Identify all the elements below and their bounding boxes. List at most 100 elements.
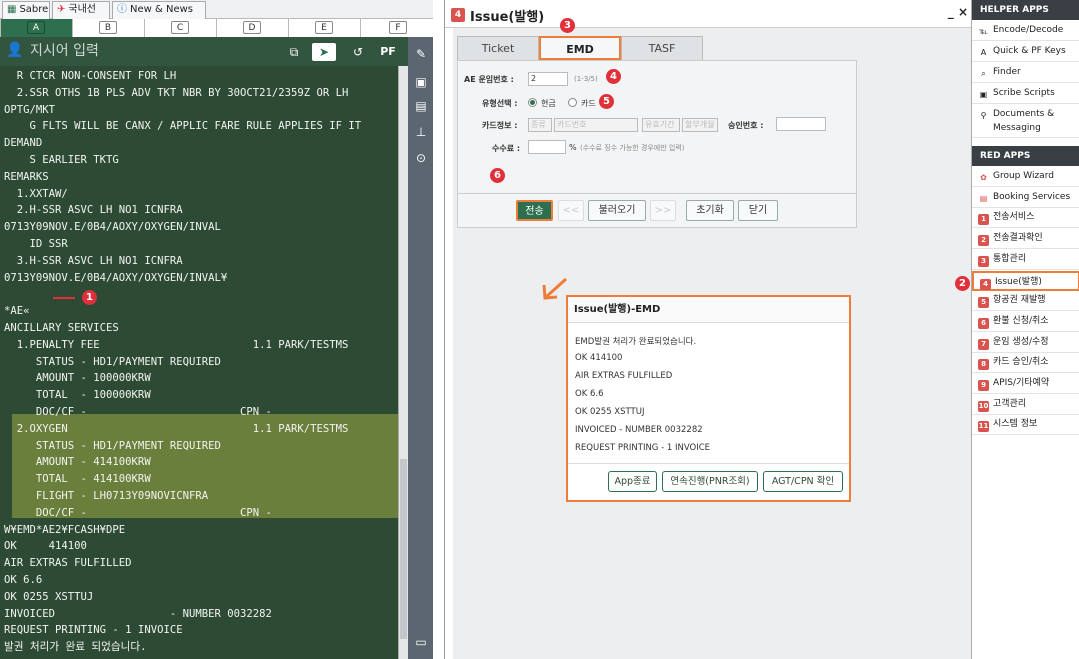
send-arrow-icon[interactable]: ➤ <box>312 43 336 61</box>
helper-app-item[interactable]: ▣ Scribe Scripts <box>972 83 1079 104</box>
wand-icon[interactable]: ✎ <box>412 45 430 63</box>
command-bar: 👤 지시어 입력 ⧉ ➤ ↺ PF <box>0 37 408 66</box>
play-icon[interactable]: ⊙ <box>412 149 430 167</box>
issue-tabs: Ticket EMD TASF <box>453 36 972 60</box>
radio-card[interactable] <box>568 98 577 107</box>
card-number-input[interactable]: 카드번호 <box>554 118 638 132</box>
terminal-line: TOTAL - 100000KRW <box>4 389 151 402</box>
red-app-item[interactable]: 6 환불 신청/취소 <box>972 312 1079 332</box>
history-icon[interactable]: ↺ <box>346 43 370 61</box>
terminal-line: 2.SSR OTHS 1B PLS ADV TKT NBR BY 30OCT21… <box>4 86 349 99</box>
pin-icon[interactable]: ⊥ <box>412 123 430 141</box>
card-expiry-input[interactable]: 유효기간 <box>642 118 680 132</box>
continue-button[interactable]: 연속진행(PNR조회) <box>662 471 758 492</box>
helper-app-item[interactable]: ⌕ Finder <box>972 62 1079 83</box>
radio-cash[interactable] <box>528 98 537 107</box>
app-exit-button[interactable]: App종료 <box>608 471 657 492</box>
issue-button-row: 전송 << 불러오기 >> 초기화 닫기 <box>457 194 857 228</box>
red-app-label: 시스템 정보 <box>993 419 1038 430</box>
terminal-line: REQUEST PRINTING - 1 INVOICE <box>4 624 183 637</box>
tab-tasf[interactable]: TASF <box>621 36 703 60</box>
dialog-title: Issue(발행)-EMD <box>568 297 849 323</box>
popout-icon[interactable]: ⧉ <box>282 43 306 61</box>
dialog-divider <box>568 463 849 464</box>
helper-app-label: Finder <box>993 67 1021 77</box>
terminal-line: 1.XXTAW/ <box>4 187 68 200</box>
briefcase-icon[interactable]: ▣ <box>412 73 430 91</box>
window-controls[interactable]: _ × <box>948 5 968 19</box>
red-app-item[interactable]: 5 항공권 재발행 <box>972 291 1079 312</box>
helper-app-item[interactable]: ⚲ Documents & Messaging <box>972 104 1079 138</box>
fee-input[interactable] <box>528 140 566 154</box>
prev-button[interactable]: << <box>558 200 584 221</box>
clipboard-icon[interactable]: ▤ <box>412 97 430 115</box>
terminal-line: STATUS - HD1/PAYMENT REQUIRED <box>4 355 221 368</box>
approval-label: 승인번호 : <box>728 121 764 130</box>
terminal-output[interactable]: R CTCR NON-CONSENT FOR LH 2.SSR OTHS 1B … <box>0 66 398 659</box>
red-app-item[interactable]: 8 카드 승인/취소 <box>972 353 1079 374</box>
red-app-item[interactable]: 1 전송서비스 <box>972 208 1079 229</box>
tab-sabre[interactable]: ▦ Sabre <box>2 1 50 19</box>
red-app-item[interactable]: 7 운임 생성/수정 <box>972 333 1079 353</box>
helper-apps-header: HELPER APPS <box>972 0 1079 20</box>
close-button[interactable]: 닫기 <box>738 200 778 221</box>
red-app-item[interactable]: ▤ Booking Services <box>972 188 1079 208</box>
red-app-item[interactable]: 11 시스템 정보 <box>972 415 1079 436</box>
area-tab-e[interactable]: E <box>315 21 333 34</box>
helper-app-label: Quick & PF Keys <box>993 46 1066 56</box>
area-tab-c[interactable]: C <box>171 21 189 34</box>
plane-icon: ✈ <box>57 4 66 15</box>
card-label: 카드 <box>581 99 596 108</box>
red-app-label: 환불 신청/취소 <box>993 315 1049 326</box>
agt-cpn-button[interactable]: AGT/CPN 확인 <box>763 471 843 492</box>
apps-panel: HELPER APPS ℡ Encode/Decode A Quick & PF Ke… <box>971 0 1079 659</box>
terminal-line: INVOICED - NUMBER 0032282 <box>4 607 272 620</box>
next-button[interactable]: >> <box>650 200 676 221</box>
tab-new-news[interactable]: ⓘ New & News <box>112 1 206 19</box>
red-app-item[interactable]: 3 통합관리 <box>972 250 1079 270</box>
app-number-badge: 10 <box>978 400 989 412</box>
area-tab-f[interactable]: F <box>389 21 407 34</box>
red-app-item[interactable]: ✿ Group Wizard <box>972 167 1079 187</box>
type-label: 유형선택 : <box>482 99 518 108</box>
helper-app-item[interactable]: ℡ Encode/Decode <box>972 20 1079 41</box>
ae-number-input[interactable]: 2 <box>528 72 568 86</box>
terminal-line: STATUS - HD1/PAYMENT REQUIRED <box>4 439 221 452</box>
command-input[interactable]: 지시어 입력 <box>30 41 280 62</box>
user-icon[interactable]: 👤 <box>6 42 24 60</box>
dialog-line: AIR EXTRAS FULFILLED <box>575 371 673 381</box>
red-app-item[interactable]: 4 Issue(발행) <box>972 270 1079 291</box>
terminal-line: G FLTS WILL BE CANX / APPLIC FARE RULE A… <box>4 120 362 133</box>
red-app-item[interactable]: 2 전송결과확인 <box>972 229 1079 250</box>
red-app-label: 카드 승인/취소 <box>993 357 1049 368</box>
area-tab-d[interactable]: D <box>243 21 261 34</box>
red-app-label: 운임 생성/수정 <box>993 336 1049 347</box>
area-tab-a[interactable]: A <box>27 21 45 34</box>
app-number-badge: 8 <box>978 359 989 371</box>
pf-button[interactable]: PF <box>376 43 400 61</box>
red-app-label: 전송서비스 <box>993 212 1035 223</box>
tab-emd[interactable]: EMD <box>539 36 621 60</box>
send-button[interactable]: 전송 <box>516 200 553 221</box>
terminal-line: OPTG/MKT <box>4 103 56 116</box>
terminal-line: OK 6.6 <box>4 574 43 586</box>
keyboard-icon[interactable]: ▭ <box>412 633 430 651</box>
card-installment-input[interactable]: 할부개월 <box>682 118 718 132</box>
terminal-line: 0713Y09NOV.E/0B4/AOXY/OXYGEN/INVAL¥ <box>4 271 228 284</box>
red-app-item[interactable]: 9 APIS/기타예약 <box>972 374 1079 394</box>
load-button[interactable]: 불러오기 <box>588 200 646 221</box>
red-app-item[interactable]: 10 고객관리 <box>972 395 1079 415</box>
approval-input[interactable] <box>776 117 826 131</box>
helper-app-item[interactable]: A Quick & PF Keys <box>972 41 1079 62</box>
reset-button[interactable]: 초기화 <box>686 200 734 221</box>
dialog-line: OK 6.6 <box>575 389 604 399</box>
step-marker-3: 3 <box>560 18 575 33</box>
area-tab-b[interactable]: B <box>99 21 117 34</box>
tab-ticket[interactable]: Ticket <box>457 36 539 60</box>
terminal-scrollbar[interactable] <box>398 66 408 659</box>
terminal-line: AMOUNT - 100000KRW <box>4 372 151 385</box>
terminal-line: 3.H-SSR ASVC LH NO1 ICNFRA <box>4 254 183 267</box>
card-type-input[interactable]: 종류 <box>528 118 552 132</box>
scroll-thumb[interactable] <box>400 459 407 639</box>
tab-domestic[interactable]: ✈ 국내선 <box>52 1 110 19</box>
